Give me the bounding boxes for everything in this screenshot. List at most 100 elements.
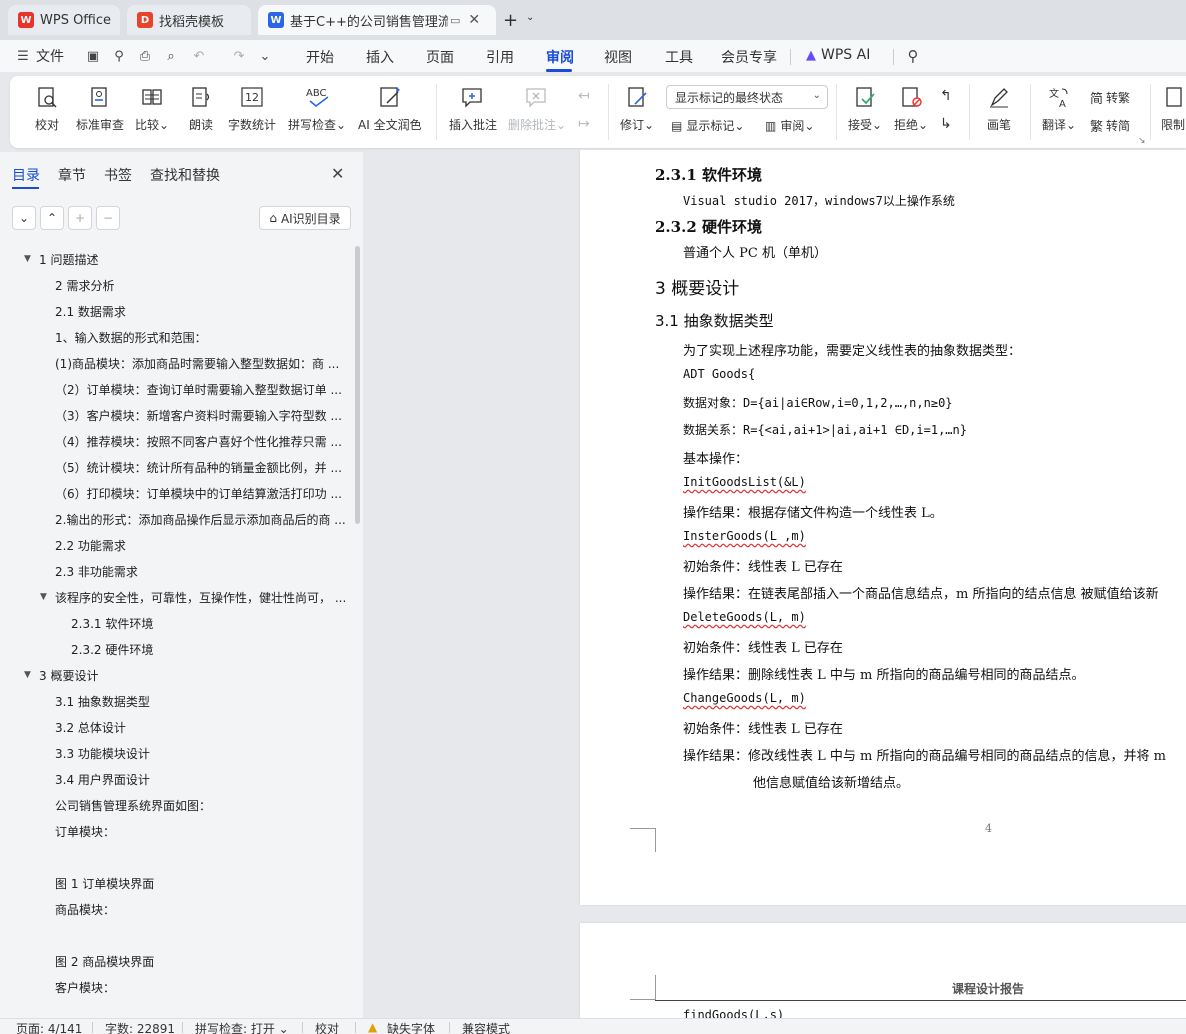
toc-item[interactable]: 客户模块： bbox=[55, 974, 346, 1000]
prev-comment-icon[interactable]: ↤ bbox=[578, 88, 590, 104]
menu-start[interactable]: 开始 bbox=[306, 47, 334, 67]
menu-view[interactable]: 视图 bbox=[604, 47, 632, 67]
toc-item[interactable]: 图 1 订单模块界面 bbox=[55, 870, 346, 896]
ribbon-expand-icon[interactable]: ↘ bbox=[1138, 136, 1146, 146]
expand-down-icon[interactable]: ⌄ bbox=[12, 206, 36, 230]
ai-toc-button[interactable]: ⌂ AI识别目录 bbox=[259, 206, 351, 230]
toc-item[interactable]: 2.3 非功能需求 bbox=[55, 558, 346, 584]
close-tab-icon[interactable]: ✕ bbox=[468, 12, 480, 28]
ai-polish-button[interactable]: AI 全文润色 bbox=[358, 84, 422, 133]
next-change-icon[interactable]: ↳ bbox=[940, 116, 952, 132]
standard-review-button[interactable]: 标准审查 bbox=[76, 84, 124, 133]
toc-item[interactable] bbox=[55, 844, 346, 870]
toc-collapse-arrow-icon[interactable]: ▼ bbox=[40, 592, 47, 602]
toc-item[interactable]: 2.3.2 硬件环境 bbox=[71, 636, 346, 662]
nav-tab-toc[interactable]: 目录 bbox=[12, 165, 40, 185]
translate-button[interactable]: 文A 翻译⌄ bbox=[1042, 84, 1076, 133]
delete-comment-button[interactable]: 删除批注⌄ bbox=[508, 84, 566, 133]
compare-icon bbox=[139, 84, 165, 110]
reject-button[interactable]: 拒绝⌄ bbox=[894, 84, 928, 133]
pen-button[interactable]: 画笔 bbox=[986, 84, 1012, 133]
toc-item[interactable]: 商品模块： bbox=[55, 896, 346, 922]
toc-item[interactable]: 2.1 数据需求 bbox=[55, 298, 346, 324]
menu-insert[interactable]: 插入 bbox=[366, 47, 394, 67]
review-pane-button[interactable]: ▥ 审阅 ⌄ bbox=[765, 117, 814, 134]
toc-item[interactable]: 3.2 总体设计 bbox=[55, 714, 346, 740]
print-preview-icon[interactable]: ⌕ bbox=[162, 47, 180, 65]
add-heading-icon[interactable]: + bbox=[68, 206, 92, 230]
toc-item[interactable]: 图 2 商品模块界面 bbox=[55, 948, 346, 974]
to-simplified-button[interactable]: 繁 转简 bbox=[1090, 116, 1130, 135]
toc-item[interactable]: 2.3.1 软件环境 bbox=[71, 610, 346, 636]
menu-tools[interactable]: 工具 bbox=[665, 47, 693, 67]
next-comment-icon[interactable]: ↦ bbox=[578, 116, 590, 132]
hamburger-icon[interactable]: ☰ bbox=[14, 47, 32, 65]
toc-item[interactable]: 该程序的安全性，可靠性，互操作性，健壮性尚可， ... bbox=[55, 584, 346, 610]
proof-status[interactable]: 校对 bbox=[315, 1020, 339, 1034]
word-count[interactable]: 字数: 22891 bbox=[105, 1020, 175, 1034]
chevron-down-icon[interactable]: ⌄ bbox=[526, 12, 534, 23]
new-tab-icon[interactable]: + bbox=[503, 10, 518, 31]
wps-ai-button[interactable]: ▲ WPS AI bbox=[806, 47, 870, 63]
link-icon[interactable]: ⚲ bbox=[110, 47, 128, 65]
missing-font-status[interactable]: 缺失字体 bbox=[387, 1020, 435, 1034]
accept-button[interactable]: 接受⌄ bbox=[848, 84, 882, 133]
more-chevron-icon[interactable]: ⌄ bbox=[256, 47, 274, 65]
to-traditional-button[interactable]: 简 转繁 bbox=[1090, 88, 1130, 107]
toc-item[interactable]: 公司销售管理系统界面如图： bbox=[55, 792, 346, 818]
compare-button[interactable]: 比较⌄ bbox=[135, 84, 169, 133]
toc-item[interactable]: 1 问题描述 bbox=[39, 246, 346, 272]
undo-icon[interactable]: ↶ bbox=[190, 47, 208, 65]
nav-scrollbar[interactable] bbox=[355, 246, 360, 524]
menu-member[interactable]: 会员专享 bbox=[721, 47, 777, 67]
remove-heading-icon[interactable]: − bbox=[96, 206, 120, 230]
proofread-button[interactable]: 校对 bbox=[34, 84, 60, 133]
nav-tab-find-replace[interactable]: 查找和替换 bbox=[150, 165, 220, 185]
page-indicator[interactable]: 页面: 4/141 bbox=[16, 1020, 82, 1034]
save-icon[interactable]: ▣ bbox=[84, 47, 102, 65]
toc-item[interactable]: 1、输入数据的形式和范围： bbox=[55, 324, 346, 350]
nav-tab-bookmark[interactable]: 书签 bbox=[104, 165, 132, 185]
toc-item[interactable]: 3 概要设计 bbox=[39, 662, 346, 688]
show-markup-button[interactable]: ▤ 显示标记 ⌄ bbox=[671, 117, 744, 134]
toc-item[interactable]: 2.输出的形式：添加商品操作后显示添加商品后的商 ... bbox=[55, 506, 346, 532]
restrict-button[interactable]: 限制 bbox=[1160, 84, 1186, 133]
toc-item[interactable] bbox=[55, 922, 346, 948]
toc-item[interactable]: (1)商品模块：添加商品时需要输入整型数据如：商 ... bbox=[55, 350, 346, 376]
toc-item[interactable]: 3.4 用户界面设计 bbox=[55, 766, 346, 792]
toc-item[interactable]: 2.2 功能需求 bbox=[55, 532, 346, 558]
spell-check-button[interactable]: ABC 拼写检查⌄ bbox=[288, 84, 346, 133]
compat-mode-status[interactable]: 兼容模式 bbox=[462, 1020, 510, 1034]
print-icon[interactable]: ⎙ bbox=[136, 47, 154, 65]
insert-comment-button[interactable]: 插入批注 bbox=[449, 84, 497, 133]
read-aloud-button[interactable]: 朗读 bbox=[188, 84, 214, 133]
toc-collapse-arrow-icon[interactable]: ▼ bbox=[24, 670, 31, 680]
word-count-button[interactable]: 12 字数统计 bbox=[228, 84, 276, 133]
tab-template[interactable]: D 找稻壳模板 bbox=[127, 5, 251, 35]
toc-item[interactable]: （2）订单模块：查询订单时需要输入整型数据订单 ... bbox=[55, 376, 346, 402]
prev-change-icon[interactable]: ↰ bbox=[940, 88, 952, 104]
toc-item[interactable]: （5）统计模块：统计所有品种的销量金额比例，并 ... bbox=[55, 454, 346, 480]
search-icon[interactable]: ⚲ bbox=[904, 47, 922, 65]
toc-item[interactable]: （6）打印模块：订单模块中的订单结算激活打印功 ... bbox=[55, 480, 346, 506]
toc-item[interactable]: 订单模块： bbox=[55, 818, 346, 844]
tab-document[interactable]: W 基于C++的公司销售管理流程 ▭ ✕ bbox=[258, 5, 496, 35]
spell-check-status[interactable]: 拼写检查: 打开 ⌄ bbox=[195, 1020, 289, 1034]
revise-button[interactable]: 修订⌄ bbox=[620, 84, 654, 133]
redo-icon[interactable]: ↷ bbox=[230, 47, 248, 65]
menu-reference[interactable]: 引用 bbox=[486, 47, 514, 67]
toc-item[interactable]: 3.1 抽象数据类型 bbox=[55, 688, 346, 714]
close-pane-icon[interactable]: ✕ bbox=[331, 164, 344, 183]
collapse-up-icon[interactable]: ⌃ bbox=[40, 206, 64, 230]
menu-page[interactable]: 页面 bbox=[426, 47, 454, 67]
toc-item[interactable]: （3）客户模块：新增客户资料时需要输入字符型数 ... bbox=[55, 402, 346, 428]
file-menu[interactable]: 文件 bbox=[36, 46, 64, 66]
toc-item[interactable]: （4）推荐模块：按照不同客户喜好个性化推荐只需 ... bbox=[55, 428, 346, 454]
toc-item[interactable]: 3.3 功能模块设计 bbox=[55, 740, 346, 766]
markup-display-select[interactable]: 显示标记的最终状态 ⌄ bbox=[666, 85, 828, 109]
menu-review[interactable]: 审阅 bbox=[546, 47, 574, 67]
nav-tab-chapter[interactable]: 章节 bbox=[58, 165, 86, 185]
toc-collapse-arrow-icon[interactable]: ▼ bbox=[24, 254, 31, 264]
tab-wps-office[interactable]: W WPS Office bbox=[8, 5, 120, 35]
toc-item[interactable]: 2 需求分析 bbox=[55, 272, 346, 298]
